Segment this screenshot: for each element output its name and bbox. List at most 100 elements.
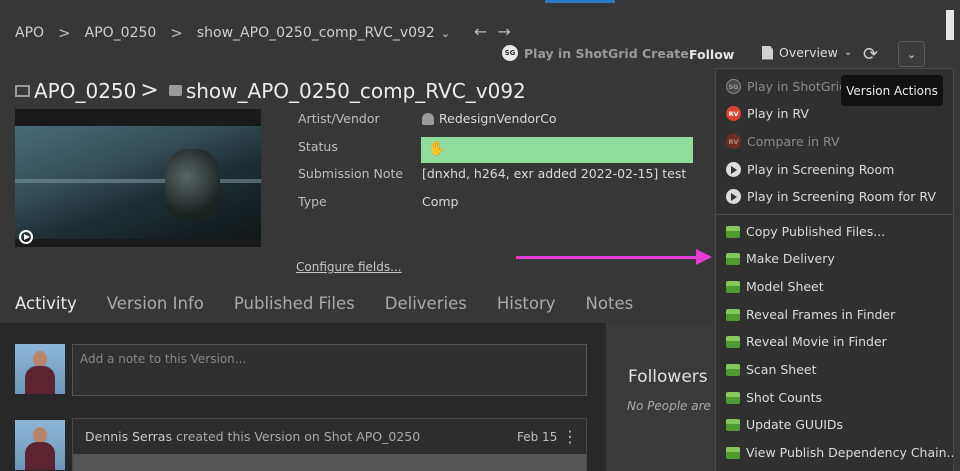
overview-label: Overview: [779, 45, 838, 60]
toolkit-box-icon: [726, 446, 740, 459]
menu-item-label: Reveal Movie in Finder: [746, 334, 887, 349]
configure-fields-link[interactable]: Configure fields...: [296, 260, 402, 274]
shotgrid-icon: SG: [502, 45, 518, 61]
activity-item: Dennis Serras created this Version on Sh…: [72, 418, 587, 471]
toolkit-box-icon: [726, 363, 740, 376]
tab-activity[interactable]: Activity: [15, 294, 77, 313]
follow-button[interactable]: Follow: [689, 47, 734, 62]
refresh-icon[interactable]: ⟳: [863, 44, 878, 65]
activity-thumbnail: [73, 454, 586, 471]
annotation-arrow-icon: [696, 249, 712, 265]
menu-item-reveal-movie[interactable]: Reveal Movie in Finder: [726, 334, 887, 349]
breadcrumb-project[interactable]: APO: [15, 25, 44, 41]
hand-pointer-icon: ✋: [428, 141, 446, 157]
toolkit-box-icon: [726, 225, 740, 238]
avatar-body: [25, 442, 55, 470]
play-icon: [726, 189, 741, 204]
note-input[interactable]: Add a note to this Version...: [72, 344, 587, 396]
menu-divider: [716, 214, 953, 215]
breadcrumb-separator: >: [58, 24, 71, 42]
more-options-icon[interactable]: ⋮: [562, 427, 578, 446]
field-label-type: Type: [298, 194, 327, 209]
version-thumbnail[interactable]: [15, 109, 261, 247]
version-camera-icon: [168, 85, 182, 96]
menu-item-play-in-rv[interactable]: RV Play in RV: [726, 106, 809, 121]
shotgrid-icon: SG: [726, 79, 741, 94]
chevron-down-icon: ⌄: [843, 47, 853, 58]
field-value-artist[interactable]: RedesignVendorCo: [422, 111, 557, 126]
field-label-artist: Artist/Vendor: [298, 111, 380, 126]
field-label-submission-note: Submission Note: [298, 166, 404, 181]
breadcrumb-separator: >: [170, 24, 183, 42]
menu-item-copy-published-files[interactable]: Copy Published Files...: [726, 224, 885, 239]
menu-item-make-delivery[interactable]: Make Delivery: [726, 251, 835, 266]
menu-item-label: Compare in RV: [747, 134, 840, 149]
tab-history[interactable]: History: [497, 294, 556, 313]
title-shot[interactable]: APO_0250: [34, 79, 136, 103]
toolkit-box-icon: [726, 280, 740, 293]
toolkit-box-icon: [726, 391, 740, 404]
menu-item-model-sheet[interactable]: Model Sheet: [726, 279, 824, 294]
avatar-head: [33, 427, 47, 443]
version-actions-button[interactable]: ⌄: [898, 41, 925, 67]
followers-heading: Followers: [628, 367, 708, 387]
menu-item-scan-sheet[interactable]: Scan Sheet: [726, 362, 817, 377]
play-icon[interactable]: [19, 230, 33, 244]
forward-arrow-icon[interactable]: →: [497, 22, 520, 41]
title-version: show_APO_0250_comp_RVC_v092: [185, 78, 526, 103]
menu-item-update-guuids[interactable]: Update GUUIDs: [726, 417, 843, 432]
field-value-type[interactable]: Comp: [422, 194, 459, 209]
play-create-label: Play in ShotGrid Create: [524, 45, 689, 61]
top-accent-bar: [545, 0, 615, 3]
tab-published-files[interactable]: Published Files: [234, 294, 355, 313]
breadcrumb-version[interactable]: show_APO_0250_comp_RVC_v092: [197, 25, 435, 41]
toolkit-box-icon: [726, 335, 740, 348]
followers-empty-text: No People are c: [627, 399, 722, 413]
avatar: [15, 344, 65, 394]
play-in-shotgrid-create-button[interactable]: SG Play in ShotGrid Create: [502, 45, 689, 61]
chevron-down-icon: ⌄: [906, 47, 917, 61]
field-value-submission-note[interactable]: [dnxhd, h264, exr added 2022-02-15] test: [422, 166, 686, 181]
menu-item-play-in-screening-room-for-rv[interactable]: Play in Screening Room for RV: [726, 189, 936, 204]
menu-item-label: Update GUUIDs: [746, 417, 844, 432]
menu-item-compare-in-rv[interactable]: RV Compare in RV: [726, 134, 840, 149]
menu-item-label: Model Sheet: [746, 279, 824, 294]
artist-name: RedesignVendorCo: [439, 111, 557, 126]
toolkit-box-icon: [726, 252, 740, 265]
menu-item-label: Play in Screening Room for RV: [747, 189, 936, 204]
toolkit-box-icon: [726, 418, 740, 431]
menu-item-label: Play in Screening Room: [747, 162, 895, 177]
menu-item-label: Scan Sheet: [746, 362, 817, 377]
activity-text: created this Version on Shot APO_0250: [175, 429, 421, 444]
chevron-down-icon[interactable]: ⌄: [441, 27, 450, 40]
tab-bar: Activity Version Info Published Files De…: [15, 294, 663, 313]
back-arrow-icon[interactable]: ←: [474, 22, 497, 41]
tab-notes[interactable]: Notes: [586, 294, 634, 313]
menu-item-label: Reveal Frames in Finder: [746, 307, 896, 322]
avatar: [15, 420, 65, 470]
tab-version-info[interactable]: Version Info: [107, 294, 204, 313]
activity-user[interactable]: Dennis Serras: [85, 429, 172, 444]
overview-dropdown[interactable]: Overview ⌄: [762, 45, 852, 60]
avatar-head: [33, 351, 47, 367]
person-icon: [422, 112, 434, 125]
version-actions-menu: SG Play in ShotGrid RV Play in RV RV Com…: [715, 68, 954, 471]
status-field[interactable]: ✋: [421, 137, 693, 163]
shot-film-icon: [15, 84, 30, 97]
tab-deliveries[interactable]: Deliveries: [385, 294, 467, 313]
activity-description: Dennis Serras created this Version on Sh…: [85, 429, 420, 444]
title-separator: >: [140, 78, 159, 103]
breadcrumb-shot[interactable]: APO_0250: [85, 25, 157, 41]
scrollbar[interactable]: [946, 10, 954, 40]
menu-item-shot-counts[interactable]: Shot Counts: [726, 390, 822, 405]
menu-item-view-publish-dependency-chain[interactable]: View Publish Dependency Chain...: [726, 445, 953, 460]
thumbnail-robot-hand: [165, 149, 220, 219]
menu-item-label: Copy Published Files...: [746, 224, 886, 239]
toolkit-box-icon: [726, 308, 740, 321]
menu-item-reveal-frames[interactable]: Reveal Frames in Finder: [726, 307, 895, 322]
menu-item-play-in-screening-room[interactable]: Play in Screening Room: [726, 162, 894, 177]
menu-item-label: Shot Counts: [746, 390, 823, 405]
menu-item-play-in-shotgrid[interactable]: SG Play in ShotGrid: [726, 79, 847, 94]
breadcrumb: APO > APO_0250 > show_APO_0250_comp_RVC_…: [15, 24, 450, 42]
menu-item-label: Play in ShotGrid: [747, 79, 848, 94]
